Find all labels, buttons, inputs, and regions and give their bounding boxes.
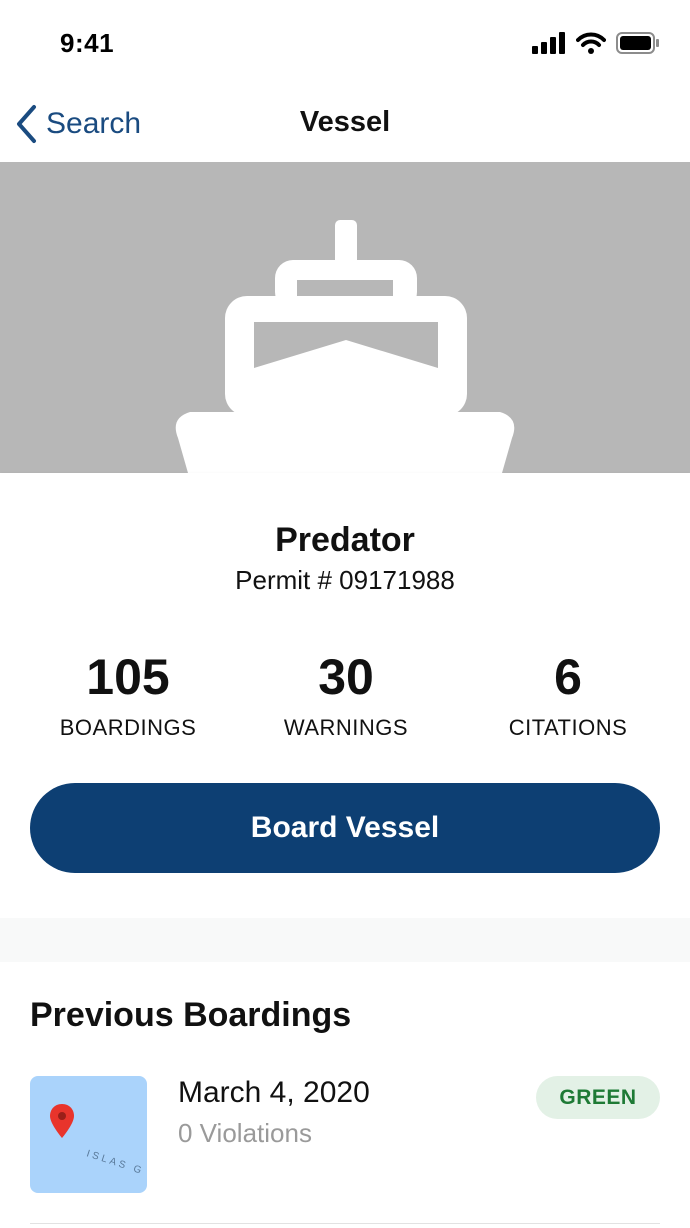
map-label: ISLAS G [85,1148,145,1177]
signal-icon [532,32,565,54]
status-time: 9:41 [60,28,115,58]
vessel-permit: Permit # 09171988 [235,565,455,595]
map-pin-icon [50,1104,74,1138]
status-bar: 9:41 [0,0,690,88]
nav-bar: Search Vessel [0,88,690,162]
stat-label: WARNINGS [283,715,409,740]
previous-boardings-section: Previous Boardings ISLAS G March 4, 2020… [0,962,690,1228]
page-title: Vessel [299,106,391,138]
section-title: Previous Boardings [30,996,352,1034]
vessel-hero-image [0,162,690,473]
vessel-name: Predator [275,521,415,559]
boarding-list-item[interactable]: ISLAS G March 4, 2020 0 Violations GREEN [30,1076,660,1224]
wifi-icon [576,32,606,54]
stat-label: BOARDINGS [59,715,197,740]
stat-boardings: 105 BOARDINGS [18,649,238,741]
vessel-card: Predator Permit # 09171988 105 BOARDINGS… [0,473,690,918]
battery-icon [616,32,659,54]
stat-value: 6 [554,649,582,705]
stat-label: CITATIONS [508,715,628,740]
stat-warnings: 30 WARNINGS [236,649,456,741]
stat-citations: 6 CITATIONS [458,649,678,741]
section-divider [0,918,690,962]
boarding-violations: 0 Violations [178,1118,312,1148]
status-icons [532,30,660,56]
map-thumbnail: ISLAS G [30,1076,147,1193]
ship-icon [175,220,515,473]
board-vessel-button[interactable]: Board Vessel [30,783,660,873]
stat-value: 30 [318,649,374,705]
status-badge: GREEN [536,1076,660,1119]
boarding-date: March 4, 2020 [178,1076,370,1109]
stat-value: 105 [86,649,170,705]
